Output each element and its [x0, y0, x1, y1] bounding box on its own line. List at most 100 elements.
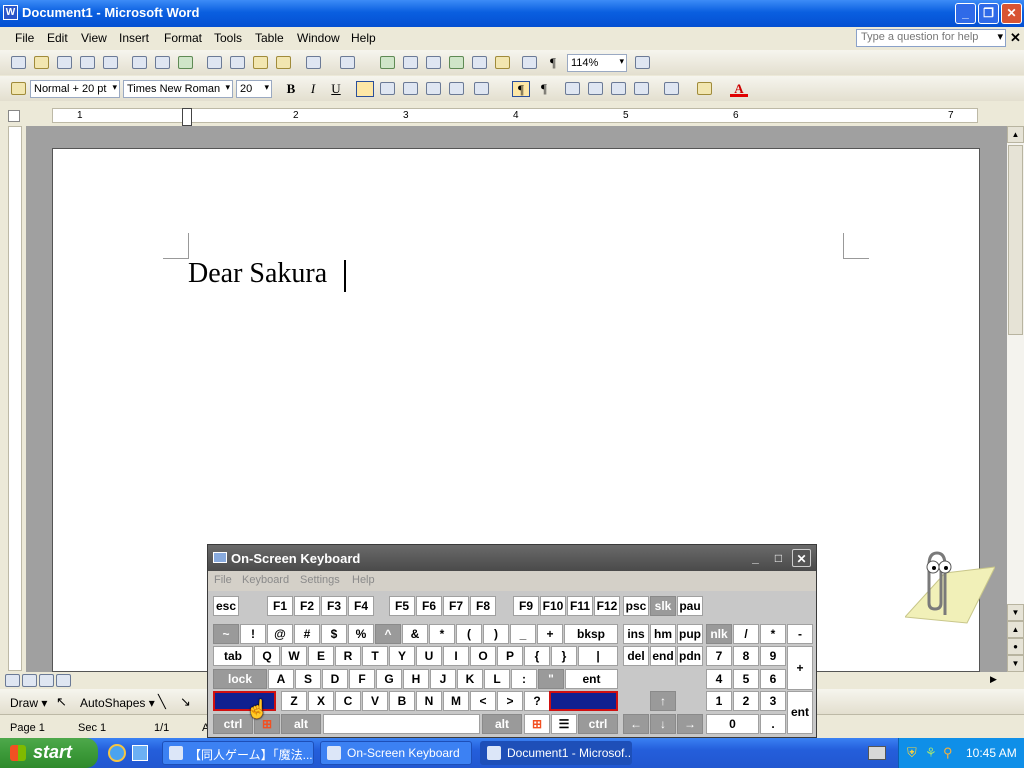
osk-key[interactable]: del — [623, 646, 649, 666]
menu-help[interactable]: Help — [351, 31, 376, 45]
osk-key[interactable]: ! — [240, 624, 266, 644]
osk-key[interactable]: F7 — [443, 596, 469, 616]
format-painter-icon[interactable] — [276, 56, 291, 69]
osk-key[interactable]: 2 — [733, 691, 759, 711]
email-icon[interactable] — [103, 56, 118, 69]
office-assistant-clippy[interactable] — [905, 545, 995, 625]
osk-key[interactable]: ^ — [375, 624, 401, 644]
style-dropdown-icon[interactable]: ▾ — [112, 82, 117, 93]
osk-key[interactable]: * — [760, 624, 786, 644]
quick-launch-icon[interactable] — [132, 745, 148, 761]
osk-key[interactable]: E — [308, 646, 334, 666]
help-dropdown-icon[interactable]: ▾ — [997, 30, 1003, 43]
osk-key[interactable]: / — [733, 624, 759, 644]
font-size-dropdown-icon[interactable]: ▾ — [264, 82, 269, 93]
style-combo[interactable]: Normal + 20 pt ▾ — [30, 80, 120, 98]
osk-key[interactable]: > — [497, 691, 523, 711]
osk-minimize-button[interactable]: _ — [746, 549, 765, 567]
osk-key[interactable]: F10 — [540, 596, 566, 616]
print-preview-icon[interactable] — [155, 56, 170, 69]
cut-icon[interactable] — [207, 56, 222, 69]
osk-key[interactable]: ← — [623, 714, 649, 734]
copy-icon[interactable] — [230, 56, 245, 69]
align-right-icon[interactable] — [403, 82, 418, 95]
select-browse-object-icon[interactable]: ● — [1007, 638, 1024, 655]
osk-key[interactable]: G — [376, 669, 402, 689]
osk-key[interactable]: 9 — [760, 646, 786, 666]
osk-maximize-button[interactable]: □ — [769, 549, 788, 567]
osk-key[interactable]: → — [677, 714, 703, 734]
osk-key[interactable]: F2 — [294, 596, 320, 616]
menu-file[interactable]: File — [15, 31, 34, 45]
osk-key[interactable]: psc — [623, 596, 649, 616]
minimize-button[interactable]: _ — [955, 3, 976, 24]
osk-key[interactable]: 0 — [706, 714, 759, 734]
osk-key[interactable]: ↑ — [650, 691, 676, 711]
zoom-combo[interactable]: 114% ▾ — [567, 54, 627, 72]
scroll-down-icon[interactable]: ▼ — [1007, 604, 1024, 621]
osk-menu-file[interactable]: File — [214, 574, 232, 586]
close-button[interactable]: ✕ — [1001, 3, 1022, 24]
osk-key[interactable]: | — [578, 646, 618, 666]
show-hide-icon[interactable]: ¶ — [544, 55, 562, 71]
osk-key[interactable]: 8 — [733, 646, 759, 666]
scroll-thumb[interactable] — [1008, 145, 1023, 335]
osk-key[interactable]: F5 — [389, 596, 415, 616]
previous-page-icon[interactable]: ▲ — [1007, 621, 1024, 638]
osk-key[interactable]: - — [787, 624, 813, 644]
osk-key[interactable]: F11 — [567, 596, 593, 616]
taskbar-item-osk[interactable]: On-Screen Keyboard — [320, 741, 472, 765]
indent-marker[interactable] — [182, 108, 192, 126]
osk-key[interactable]: . — [760, 714, 786, 734]
osk-key[interactable]: I — [443, 646, 469, 666]
osk-space-key[interactable] — [323, 714, 480, 734]
drawing-icon[interactable] — [495, 56, 510, 69]
menu-window[interactable]: Window — [297, 31, 340, 45]
osk-key[interactable]: ctrl — [578, 714, 618, 734]
osk-key[interactable]: N — [416, 691, 442, 711]
columns-icon[interactable] — [472, 56, 487, 69]
osk-key[interactable]: tab — [213, 646, 253, 666]
draw-menu[interactable]: Draw ▾ — [10, 696, 47, 710]
new-icon[interactable] — [11, 56, 26, 69]
osk-key[interactable]: { — [524, 646, 550, 666]
osk-key[interactable]: B — [389, 691, 415, 711]
osk-key[interactable]: pup — [677, 624, 703, 644]
justify-icon[interactable] — [426, 82, 441, 95]
line-icon[interactable]: ╲ — [158, 694, 166, 710]
insert-table-icon[interactable] — [426, 56, 441, 69]
clock[interactable]: 10:45 AM — [966, 746, 1017, 760]
taskbar-item-word[interactable]: Document1 - Microsof... — [480, 741, 632, 765]
osk-key[interactable]: _ — [510, 624, 536, 644]
osk-title-bar[interactable]: On-Screen Keyboard _ □ ✕ — [208, 545, 816, 571]
osk-close-button[interactable]: ✕ — [792, 549, 811, 567]
osk-key[interactable]: ) — [483, 624, 509, 644]
redo-icon[interactable] — [340, 56, 355, 69]
osk-key[interactable]: 7 — [706, 646, 732, 666]
tab-selector[interactable] — [8, 110, 20, 122]
osk-key[interactable]: Q — [254, 646, 280, 666]
start-button[interactable]: start — [0, 738, 98, 768]
osk-key[interactable]: & — [402, 624, 428, 644]
taskbar-item-game[interactable]: 【同人ゲーム】「魔法... — [162, 741, 314, 765]
osk-key[interactable]: @ — [267, 624, 293, 644]
menu-tools[interactable]: Tools — [214, 31, 242, 45]
menu-insert[interactable]: Insert — [119, 31, 149, 45]
osk-key[interactable]: F9 — [513, 596, 539, 616]
scroll-up-icon[interactable]: ▲ — [1007, 126, 1024, 143]
document-map-icon[interactable] — [522, 56, 537, 69]
align-left-icon[interactable] — [356, 81, 374, 97]
osk-key[interactable]: $ — [321, 624, 347, 644]
osk-key[interactable]: W — [281, 646, 307, 666]
osk-key[interactable]: Y — [389, 646, 415, 666]
tables-borders-icon[interactable] — [403, 56, 418, 69]
osk-key[interactable]: J — [430, 669, 456, 689]
osk-key[interactable]: R — [335, 646, 361, 666]
osk-key[interactable]: < — [470, 691, 496, 711]
osk-key[interactable]: ~ — [213, 624, 239, 644]
menu-table[interactable]: Table — [255, 31, 284, 45]
osk-key[interactable]: K — [457, 669, 483, 689]
osk-menu-help[interactable]: Help — [352, 574, 375, 586]
save-icon[interactable] — [57, 56, 72, 69]
osk-key[interactable]: S — [295, 669, 321, 689]
